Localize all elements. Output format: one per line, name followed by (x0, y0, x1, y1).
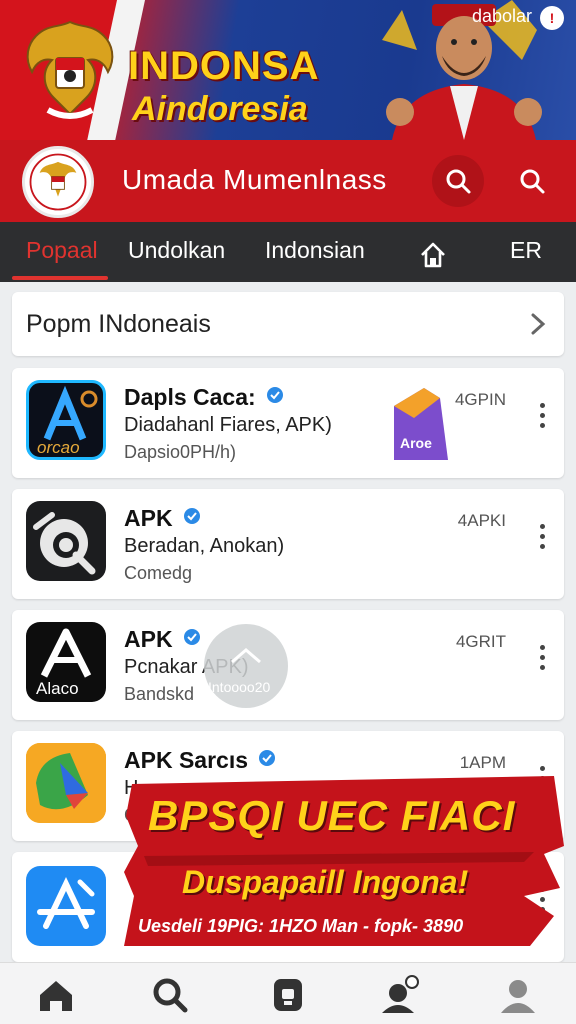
app-header: Umada Mumenlnass (0, 140, 576, 222)
search-icon (446, 169, 471, 194)
svg-text:orcao: orcao (37, 438, 80, 457)
chevron-right-icon (531, 313, 546, 335)
banner-corner-text: dabolar (471, 6, 532, 26)
active-tab-indicator (12, 276, 108, 280)
more-options-button[interactable] (536, 400, 548, 436)
tab-bar: Popaal Undolkan Indonsian ER (0, 222, 576, 282)
banner-title: INDONSA (128, 44, 320, 88)
svg-text:Alaco: Alaco (36, 679, 79, 698)
verified-badge-icon (183, 508, 200, 524)
tab-undolkan[interactable]: Undolkan (128, 222, 225, 282)
maps-icon (26, 743, 106, 823)
app-list-item[interactable]: Alaco APK Pcnakar APK) Bandskd Intoooo20… (12, 610, 564, 720)
app-list-item[interactable]: APK Beradan, Anokan) Comedg 4APKI (12, 489, 564, 599)
verified-badge-icon (259, 750, 276, 766)
apps-icon[interactable] (268, 975, 308, 1015)
tab-popaal[interactable]: Popaal (26, 222, 98, 282)
promo-details: Uesdeli 19PIG: 1HZO Man - fopk- 3890 (138, 916, 464, 936)
app-meta: Dapsio0PH/h) (124, 442, 237, 462)
svg-text:Aroe: Aroe (400, 435, 432, 451)
search-icon[interactable] (150, 975, 190, 1015)
bottom-navigation (0, 962, 576, 1024)
app-a-icon: Alaco (26, 622, 106, 702)
section-title: Popm INdoneais (26, 310, 211, 338)
alert-badge[interactable]: ! (540, 6, 564, 30)
app-name: Dapls Caca: (124, 384, 284, 411)
loading-overlay-icon: Intoooo20 (204, 624, 288, 708)
more-options-button[interactable] (536, 642, 548, 678)
svg-text:Intoooo20: Intoooo20 (208, 679, 270, 695)
app-meta: Bandskd (124, 684, 195, 704)
app-thumbnail-icon: Aroe (394, 388, 448, 460)
app-description: Beradan, Anokan) (124, 535, 285, 557)
mascot-person-icon (382, 0, 542, 140)
app-size: 4APKI (457, 511, 506, 530)
app-name: APK Sarcıs (124, 747, 276, 774)
search-icon (520, 169, 545, 194)
promo-headline: BPSQI UEC FIACI (148, 792, 516, 839)
more-options-button[interactable] (536, 521, 548, 557)
section-header[interactable]: Popm INdoneais (12, 292, 564, 356)
search-button-secondary[interactable] (506, 155, 558, 207)
app-size: 4GRIT (455, 632, 506, 651)
banner-subtitle: Aindoresia (132, 90, 308, 128)
home-icon[interactable] (36, 975, 76, 1015)
profile-icon[interactable] (498, 975, 538, 1015)
emblem-logo-icon[interactable] (22, 146, 94, 218)
gear-lens-icon (26, 501, 106, 581)
garuda-emblem-icon (26, 20, 114, 119)
promo-subheadline: Duspapaill Ingona! (182, 864, 469, 900)
tab-home[interactable] (418, 234, 448, 270)
app-name: APK (124, 626, 201, 653)
app-list-item[interactable]: orcao Dapls Caca: Diadahanl Fiares, APK)… (12, 368, 564, 478)
app-description: Diadahanl Fiares, APK) (124, 414, 332, 436)
home-icon (421, 242, 445, 268)
tab-er[interactable]: ER (510, 222, 542, 282)
app-meta: Comedg (124, 563, 193, 583)
promo-banner[interactable]: BPSQI UEC FIACI Duspapaill Ingona! Uesde… (124, 776, 564, 946)
hero-banner[interactable]: INDONSA Aindoresia dabolar ! (0, 0, 576, 140)
tab-indonsian[interactable]: Indonsian (265, 222, 365, 282)
search-button[interactable] (432, 155, 484, 207)
header-title: Umada Mumenlnass (122, 164, 387, 195)
app-a-icon: orcao (26, 380, 106, 460)
notifications-icon[interactable] (380, 975, 420, 1015)
app-store-icon (26, 866, 106, 946)
verified-badge-icon (267, 387, 284, 403)
app-size: 1APM (459, 753, 506, 772)
verified-badge-icon (183, 629, 200, 645)
app-name: APK (124, 505, 201, 532)
app-size: 4GPIN (454, 390, 506, 409)
